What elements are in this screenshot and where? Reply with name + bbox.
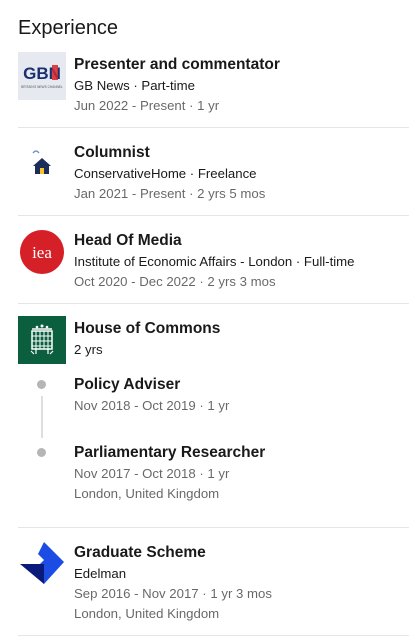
gb-news-logo-image: GBN BRITAIN'S NEWS CHANNEL [18, 52, 66, 100]
timeline-dot [37, 380, 46, 389]
role-dates: Nov 2017 - Oct 2018 · 1 yr [74, 466, 230, 481]
divider [18, 215, 409, 216]
house-of-commons-logo[interactable] [18, 316, 66, 364]
job-title: Columnist [74, 144, 150, 161]
company-title: House of Commons [74, 320, 221, 337]
job-title: Presenter and commentator [74, 56, 280, 73]
gb-news-logo[interactable]: GBN BRITAIN'S NEWS CHANNEL [18, 52, 66, 100]
role-location: London, United Kingdom [74, 486, 220, 501]
divider [18, 527, 409, 528]
company-name: GB News · Part-time [74, 78, 195, 93]
divider [18, 127, 409, 128]
company-name: Institute of Economic Affairs - London ·… [74, 254, 355, 269]
company-name: ConservativeHome · Freelance [74, 166, 257, 181]
company-name: Edelman [74, 566, 127, 581]
job-title: Graduate Scheme [74, 544, 206, 561]
iea-logo-image: iea [18, 228, 66, 276]
role-dates: Nov 2018 - Oct 2019 · 1 yr [74, 398, 230, 413]
job-title: Head Of Media [74, 232, 182, 249]
role-title: Parliamentary Researcher [74, 444, 266, 461]
role-title: Policy Adviser [74, 376, 181, 393]
timeline-dot [37, 448, 46, 457]
iea-logo[interactable]: iea [18, 228, 66, 276]
job-location: London, United Kingdom [74, 606, 220, 621]
iea-logo-text: iea [32, 243, 52, 262]
portcullis-icon [18, 316, 66, 364]
divider [18, 303, 409, 304]
role-item[interactable]: Parliamentary Researcher Nov 2017 - Oct … [74, 442, 404, 504]
job-dates: Oct 2020 - Dec 2022 · 2 yrs 3 mos [74, 274, 276, 289]
job-dates: Jun 2022 - Present · 1 yr [74, 98, 220, 113]
edelman-logo-image [18, 540, 66, 588]
edelman-logo[interactable] [18, 540, 66, 588]
divider [18, 635, 409, 636]
job-dates: Jan 2021 - Present · 2 yrs 5 mos [74, 186, 266, 201]
company-duration: 2 yrs [74, 342, 103, 357]
conservativehome-house-icon [18, 140, 66, 188]
role-item[interactable]: Policy Adviser Nov 2018 - Oct 2019 · 1 y… [74, 374, 404, 416]
conservativehome-logo[interactable] [18, 140, 66, 188]
section-title: Experience [18, 17, 119, 39]
timeline-line [41, 396, 43, 438]
job-dates: Sep 2016 - Nov 2017 · 1 yr 3 mos [74, 586, 272, 601]
gb-news-logo-tagline: BRITAIN'S NEWS CHANNEL [21, 85, 63, 89]
